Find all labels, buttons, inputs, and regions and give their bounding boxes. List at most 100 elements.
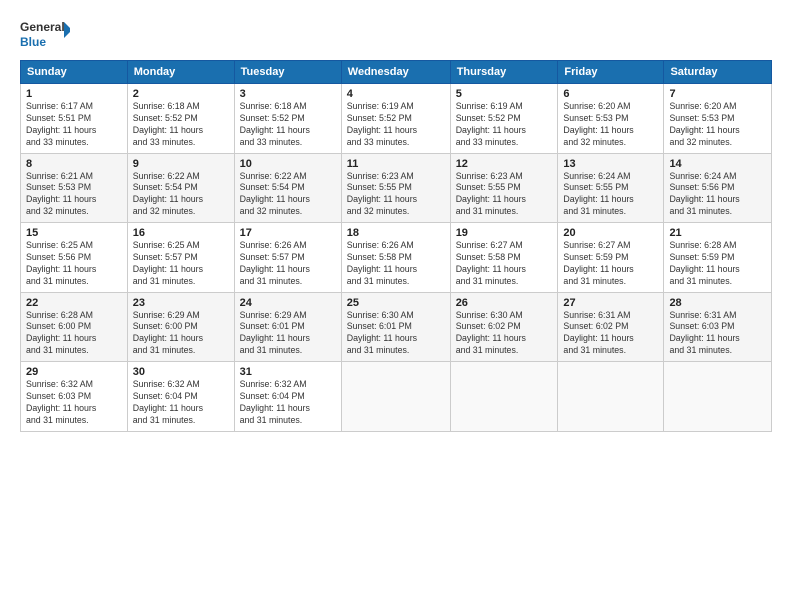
logo: General Blue bbox=[20, 16, 70, 52]
calendar-day-cell: 11Sunrise: 6:23 AM Sunset: 5:55 PM Dayli… bbox=[341, 153, 450, 223]
calendar-week-row: 22Sunrise: 6:28 AM Sunset: 6:00 PM Dayli… bbox=[21, 292, 772, 362]
day-number: 30 bbox=[133, 366, 229, 378]
calendar-day-cell: 19Sunrise: 6:27 AM Sunset: 5:58 PM Dayli… bbox=[450, 223, 558, 293]
day-info: Sunrise: 6:24 AM Sunset: 5:56 PM Dayligh… bbox=[669, 171, 766, 219]
page: General Blue SundayMondayTuesdayWednesda… bbox=[0, 0, 792, 612]
calendar-day-cell: 23Sunrise: 6:29 AM Sunset: 6:00 PM Dayli… bbox=[127, 292, 234, 362]
day-info: Sunrise: 6:20 AM Sunset: 5:53 PM Dayligh… bbox=[563, 101, 658, 149]
calendar-day-cell: 10Sunrise: 6:22 AM Sunset: 5:54 PM Dayli… bbox=[234, 153, 341, 223]
day-info: Sunrise: 6:18 AM Sunset: 5:52 PM Dayligh… bbox=[133, 101, 229, 149]
day-info: Sunrise: 6:27 AM Sunset: 5:58 PM Dayligh… bbox=[456, 240, 553, 288]
day-number: 20 bbox=[563, 227, 658, 239]
day-number: 16 bbox=[133, 227, 229, 239]
day-info: Sunrise: 6:22 AM Sunset: 5:54 PM Dayligh… bbox=[240, 171, 336, 219]
calendar-day-cell: 3Sunrise: 6:18 AM Sunset: 5:52 PM Daylig… bbox=[234, 84, 341, 154]
calendar-day-cell: 31Sunrise: 6:32 AM Sunset: 6:04 PM Dayli… bbox=[234, 362, 341, 432]
day-info: Sunrise: 6:19 AM Sunset: 5:52 PM Dayligh… bbox=[456, 101, 553, 149]
day-number: 31 bbox=[240, 366, 336, 378]
calendar-day-cell: 24Sunrise: 6:29 AM Sunset: 6:01 PM Dayli… bbox=[234, 292, 341, 362]
day-info: Sunrise: 6:28 AM Sunset: 5:59 PM Dayligh… bbox=[669, 240, 766, 288]
day-number: 3 bbox=[240, 88, 336, 100]
day-info: Sunrise: 6:32 AM Sunset: 6:04 PM Dayligh… bbox=[133, 379, 229, 427]
calendar-table: SundayMondayTuesdayWednesdayThursdayFrid… bbox=[20, 60, 772, 432]
day-number: 15 bbox=[26, 227, 122, 239]
day-info: Sunrise: 6:30 AM Sunset: 6:01 PM Dayligh… bbox=[347, 310, 445, 358]
calendar-day-cell bbox=[558, 362, 664, 432]
calendar-day-cell: 14Sunrise: 6:24 AM Sunset: 5:56 PM Dayli… bbox=[664, 153, 772, 223]
calendar-weekday-header: Wednesday bbox=[341, 61, 450, 84]
day-info: Sunrise: 6:23 AM Sunset: 5:55 PM Dayligh… bbox=[456, 171, 553, 219]
day-info: Sunrise: 6:22 AM Sunset: 5:54 PM Dayligh… bbox=[133, 171, 229, 219]
day-info: Sunrise: 6:17 AM Sunset: 5:51 PM Dayligh… bbox=[26, 101, 122, 149]
calendar-day-cell bbox=[341, 362, 450, 432]
day-info: Sunrise: 6:18 AM Sunset: 5:52 PM Dayligh… bbox=[240, 101, 336, 149]
calendar-day-cell: 5Sunrise: 6:19 AM Sunset: 5:52 PM Daylig… bbox=[450, 84, 558, 154]
day-info: Sunrise: 6:32 AM Sunset: 6:04 PM Dayligh… bbox=[240, 379, 336, 427]
day-number: 18 bbox=[347, 227, 445, 239]
day-info: Sunrise: 6:32 AM Sunset: 6:03 PM Dayligh… bbox=[26, 379, 122, 427]
day-number: 29 bbox=[26, 366, 122, 378]
calendar-day-cell: 13Sunrise: 6:24 AM Sunset: 5:55 PM Dayli… bbox=[558, 153, 664, 223]
calendar-day-cell: 16Sunrise: 6:25 AM Sunset: 5:57 PM Dayli… bbox=[127, 223, 234, 293]
day-info: Sunrise: 6:30 AM Sunset: 6:02 PM Dayligh… bbox=[456, 310, 553, 358]
day-number: 7 bbox=[669, 88, 766, 100]
day-info: Sunrise: 6:21 AM Sunset: 5:53 PM Dayligh… bbox=[26, 171, 122, 219]
calendar-day-cell: 30Sunrise: 6:32 AM Sunset: 6:04 PM Dayli… bbox=[127, 362, 234, 432]
calendar-body: 1Sunrise: 6:17 AM Sunset: 5:51 PM Daylig… bbox=[21, 84, 772, 432]
day-number: 22 bbox=[26, 297, 122, 309]
day-info: Sunrise: 6:25 AM Sunset: 5:57 PM Dayligh… bbox=[133, 240, 229, 288]
day-number: 14 bbox=[669, 158, 766, 170]
calendar-day-cell: 21Sunrise: 6:28 AM Sunset: 5:59 PM Dayli… bbox=[664, 223, 772, 293]
header: General Blue bbox=[20, 16, 772, 52]
calendar-week-row: 1Sunrise: 6:17 AM Sunset: 5:51 PM Daylig… bbox=[21, 84, 772, 154]
calendar-day-cell bbox=[664, 362, 772, 432]
day-number: 27 bbox=[563, 297, 658, 309]
calendar-week-row: 15Sunrise: 6:25 AM Sunset: 5:56 PM Dayli… bbox=[21, 223, 772, 293]
calendar-day-cell: 8Sunrise: 6:21 AM Sunset: 5:53 PM Daylig… bbox=[21, 153, 128, 223]
day-info: Sunrise: 6:31 AM Sunset: 6:03 PM Dayligh… bbox=[669, 310, 766, 358]
calendar-day-cell: 12Sunrise: 6:23 AM Sunset: 5:55 PM Dayli… bbox=[450, 153, 558, 223]
calendar-day-cell: 20Sunrise: 6:27 AM Sunset: 5:59 PM Dayli… bbox=[558, 223, 664, 293]
day-number: 24 bbox=[240, 297, 336, 309]
calendar-header-row: SundayMondayTuesdayWednesdayThursdayFrid… bbox=[21, 61, 772, 84]
day-info: Sunrise: 6:20 AM Sunset: 5:53 PM Dayligh… bbox=[669, 101, 766, 149]
day-info: Sunrise: 6:24 AM Sunset: 5:55 PM Dayligh… bbox=[563, 171, 658, 219]
day-number: 17 bbox=[240, 227, 336, 239]
calendar-day-cell: 15Sunrise: 6:25 AM Sunset: 5:56 PM Dayli… bbox=[21, 223, 128, 293]
day-info: Sunrise: 6:29 AM Sunset: 6:01 PM Dayligh… bbox=[240, 310, 336, 358]
calendar-weekday-header: Friday bbox=[558, 61, 664, 84]
calendar-day-cell: 25Sunrise: 6:30 AM Sunset: 6:01 PM Dayli… bbox=[341, 292, 450, 362]
day-number: 11 bbox=[347, 158, 445, 170]
calendar-weekday-header: Tuesday bbox=[234, 61, 341, 84]
day-number: 19 bbox=[456, 227, 553, 239]
calendar-weekday-header: Monday bbox=[127, 61, 234, 84]
calendar-weekday-header: Saturday bbox=[664, 61, 772, 84]
day-number: 9 bbox=[133, 158, 229, 170]
calendar-week-row: 29Sunrise: 6:32 AM Sunset: 6:03 PM Dayli… bbox=[21, 362, 772, 432]
calendar-day-cell: 17Sunrise: 6:26 AM Sunset: 5:57 PM Dayli… bbox=[234, 223, 341, 293]
day-number: 5 bbox=[456, 88, 553, 100]
calendar-day-cell: 2Sunrise: 6:18 AM Sunset: 5:52 PM Daylig… bbox=[127, 84, 234, 154]
day-number: 23 bbox=[133, 297, 229, 309]
day-info: Sunrise: 6:31 AM Sunset: 6:02 PM Dayligh… bbox=[563, 310, 658, 358]
calendar-day-cell bbox=[450, 362, 558, 432]
calendar-day-cell: 1Sunrise: 6:17 AM Sunset: 5:51 PM Daylig… bbox=[21, 84, 128, 154]
day-number: 6 bbox=[563, 88, 658, 100]
calendar-day-cell: 26Sunrise: 6:30 AM Sunset: 6:02 PM Dayli… bbox=[450, 292, 558, 362]
calendar-day-cell: 18Sunrise: 6:26 AM Sunset: 5:58 PM Dayli… bbox=[341, 223, 450, 293]
day-info: Sunrise: 6:25 AM Sunset: 5:56 PM Dayligh… bbox=[26, 240, 122, 288]
day-number: 1 bbox=[26, 88, 122, 100]
day-info: Sunrise: 6:28 AM Sunset: 6:00 PM Dayligh… bbox=[26, 310, 122, 358]
day-number: 21 bbox=[669, 227, 766, 239]
day-number: 4 bbox=[347, 88, 445, 100]
day-info: Sunrise: 6:27 AM Sunset: 5:59 PM Dayligh… bbox=[563, 240, 658, 288]
day-number: 25 bbox=[347, 297, 445, 309]
svg-text:Blue: Blue bbox=[20, 35, 46, 49]
calendar-day-cell: 28Sunrise: 6:31 AM Sunset: 6:03 PM Dayli… bbox=[664, 292, 772, 362]
calendar-day-cell: 27Sunrise: 6:31 AM Sunset: 6:02 PM Dayli… bbox=[558, 292, 664, 362]
day-number: 13 bbox=[563, 158, 658, 170]
day-info: Sunrise: 6:26 AM Sunset: 5:57 PM Dayligh… bbox=[240, 240, 336, 288]
day-number: 12 bbox=[456, 158, 553, 170]
day-number: 2 bbox=[133, 88, 229, 100]
day-number: 10 bbox=[240, 158, 336, 170]
